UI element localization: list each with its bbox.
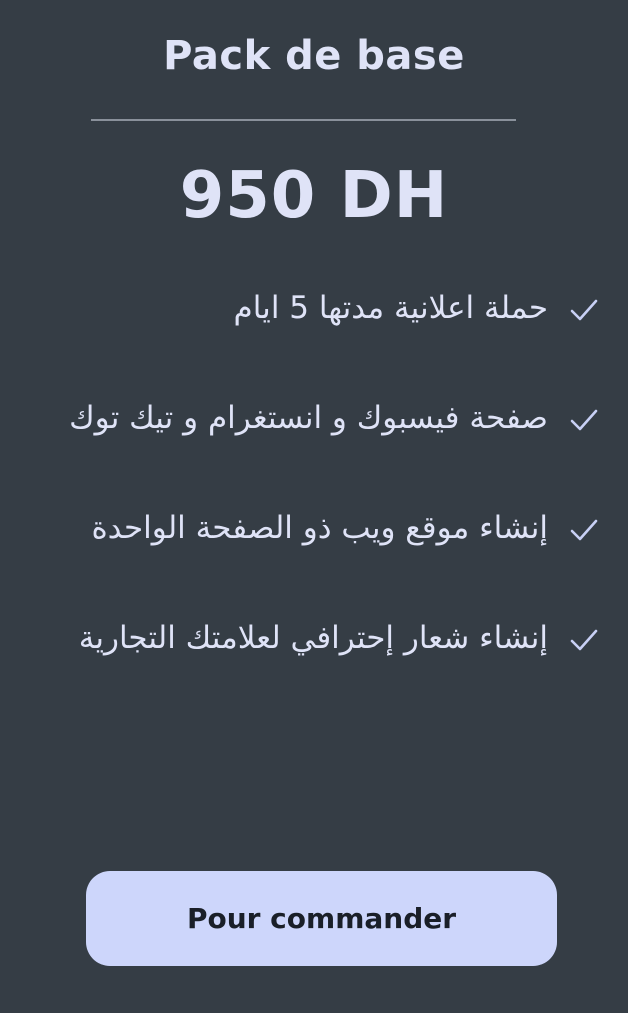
check-icon (566, 402, 602, 438)
order-button[interactable]: Pour commander (86, 871, 557, 966)
feature-item: إنشاء موقع ويب ذو الصفحة الواحدة (0, 490, 628, 600)
feature-item: حملة اعلانية مدتها 5 ايام (0, 270, 628, 380)
feature-item: صفحة فيسبوك و انستغرام و تيك توك (0, 380, 628, 490)
check-icon (566, 292, 602, 328)
plan-price: 950 DH (179, 159, 449, 233)
check-icon (566, 512, 602, 548)
feature-text: إنشاء موقع ويب ذو الصفحة الواحدة (91, 510, 548, 546)
feature-item: إنشاء شعار إحترافي لعلامتك التجارية (0, 600, 628, 710)
feature-text: حملة اعلانية مدتها 5 ايام (233, 290, 548, 326)
divider (91, 119, 516, 121)
plan-title: Pack de base (163, 33, 465, 79)
feature-text: إنشاء شعار إحترافي لعلامتك التجارية (78, 620, 548, 656)
pricing-card: Pack de base 950 DH حملة اعلانية مدتها 5… (0, 0, 628, 1013)
feature-text: صفحة فيسبوك و انستغرام و تيك توك (69, 400, 548, 436)
check-icon (566, 622, 602, 658)
feature-list: حملة اعلانية مدتها 5 ايام صفحة فيسبوك و … (0, 270, 628, 710)
